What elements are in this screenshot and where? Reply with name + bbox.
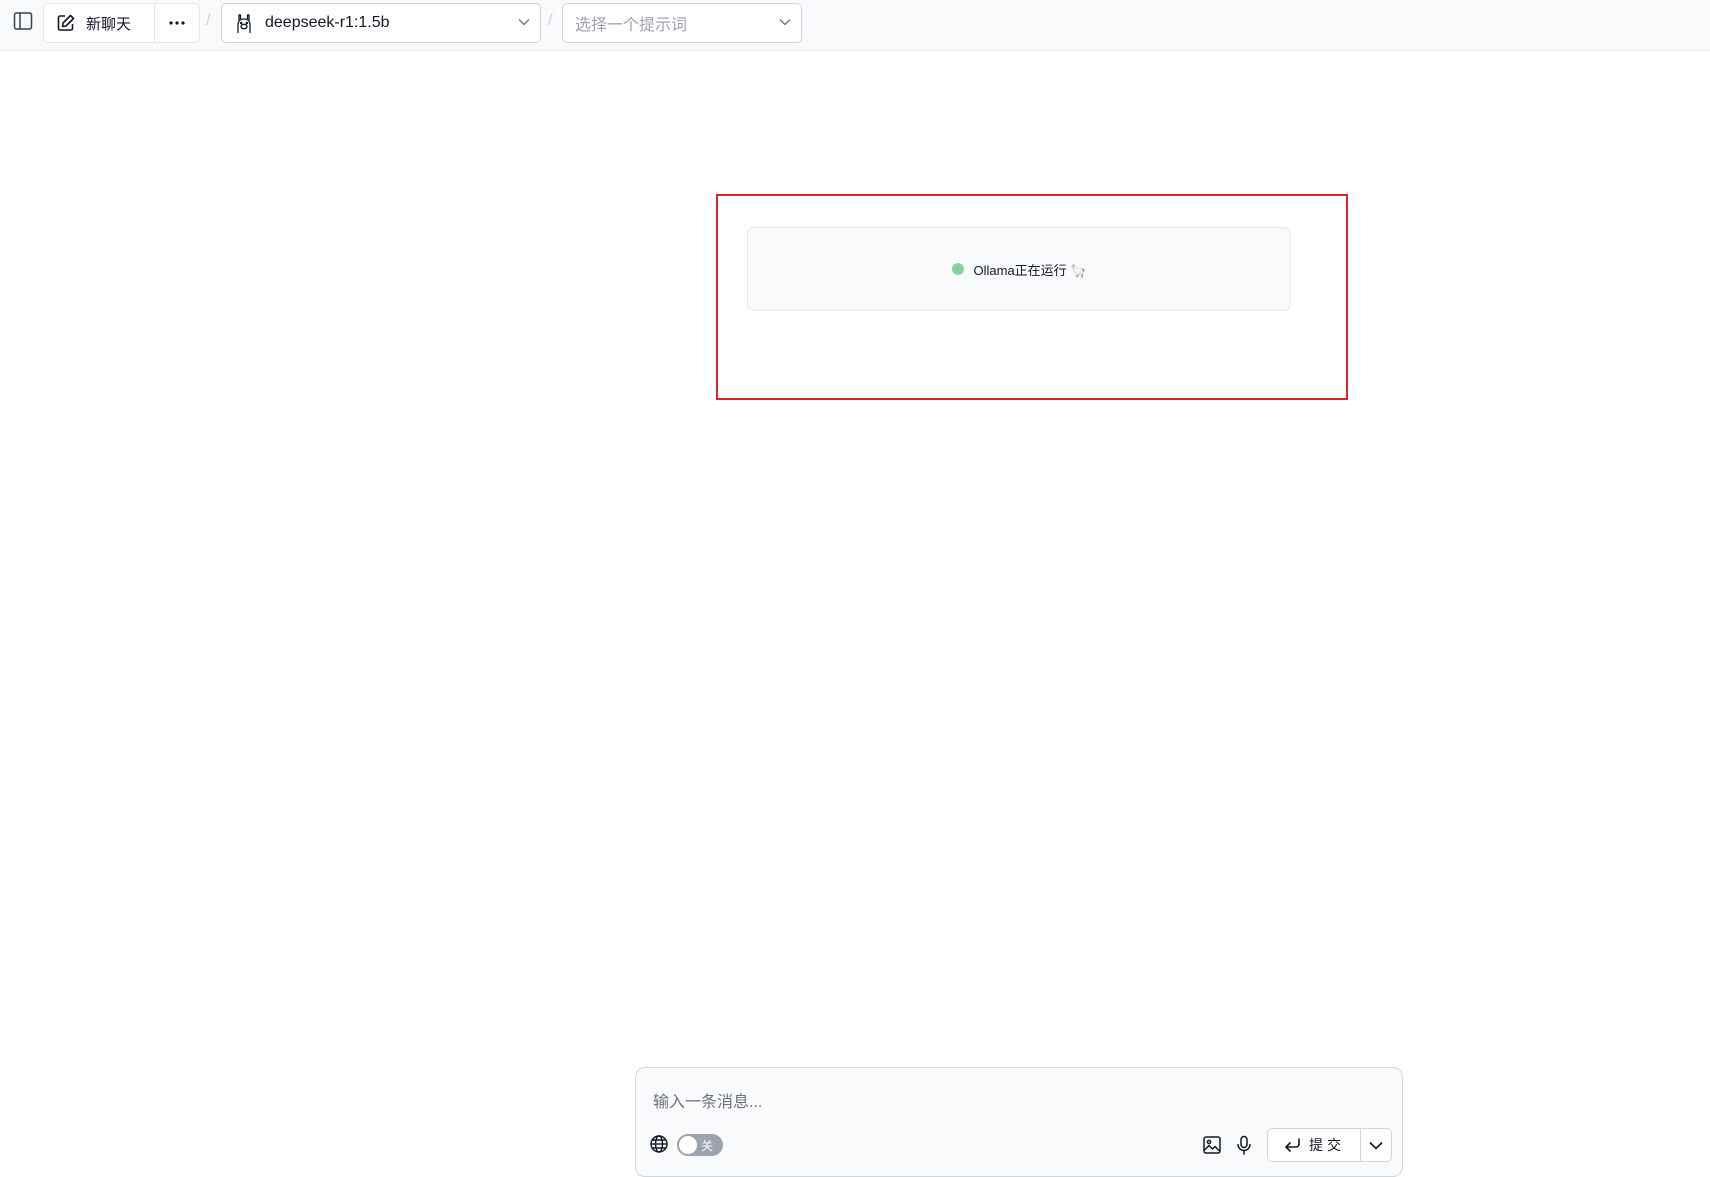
llama-icon	[237, 14, 251, 33]
prompt-select[interactable]: 选择一个提示词	[562, 3, 802, 43]
ollama-status-text: Ollama正在运行 🦙	[973, 262, 1087, 278]
breadcrumb-separator: /	[206, 10, 211, 29]
submit-options-button[interactable]	[1361, 1129, 1391, 1161]
sidebar-icon	[13, 12, 33, 30]
chevron-down-icon	[1369, 1141, 1383, 1150]
new-chat-button[interactable]: 新聊天	[44, 4, 155, 42]
status-dot	[951, 263, 964, 275]
image-icon	[1203, 1136, 1221, 1154]
voice-input-button[interactable]	[1232, 1133, 1256, 1157]
toggle-label: 关	[701, 1139, 714, 1153]
ollama-status-card: Ollama正在运行 🦙	[747, 227, 1291, 311]
breadcrumb-separator: /	[548, 10, 553, 29]
globe-icon	[650, 1135, 668, 1153]
web-search-toggle[interactable]: 关	[677, 1134, 723, 1156]
submit-group: 提交	[1267, 1128, 1392, 1162]
microphone-icon	[1237, 1135, 1251, 1155]
chevron-down-icon	[518, 19, 530, 26]
new-chat-label: 新聊天	[86, 15, 132, 33]
enter-icon	[1285, 1138, 1300, 1152]
model-select[interactable]: deepseek-r1:1.5b	[221, 3, 541, 43]
new-chat-group: 新聊天	[43, 3, 200, 43]
submit-button[interactable]: 提交	[1268, 1129, 1361, 1161]
top-toolbar: 新聊天 / deepseek-r1:1.5b / 选择一个提示词	[0, 0, 1710, 51]
edit-icon	[57, 14, 75, 31]
upload-image-button[interactable]	[1200, 1133, 1224, 1157]
more-options-button[interactable]	[155, 4, 199, 42]
message-input[interactable]	[653, 1088, 1373, 1116]
more-horizontal-icon	[169, 21, 185, 25]
prompt-select-placeholder: 选择一个提示词	[575, 17, 688, 34]
sidebar-toggle-button[interactable]	[10, 9, 36, 33]
chevron-down-icon	[779, 19, 791, 26]
message-composer: 关 提交	[635, 1067, 1403, 1177]
submit-label: 提交	[1309, 1137, 1345, 1153]
toggle-knob	[679, 1136, 697, 1154]
model-select-label: deepseek-r1:1.5b	[265, 14, 390, 31]
